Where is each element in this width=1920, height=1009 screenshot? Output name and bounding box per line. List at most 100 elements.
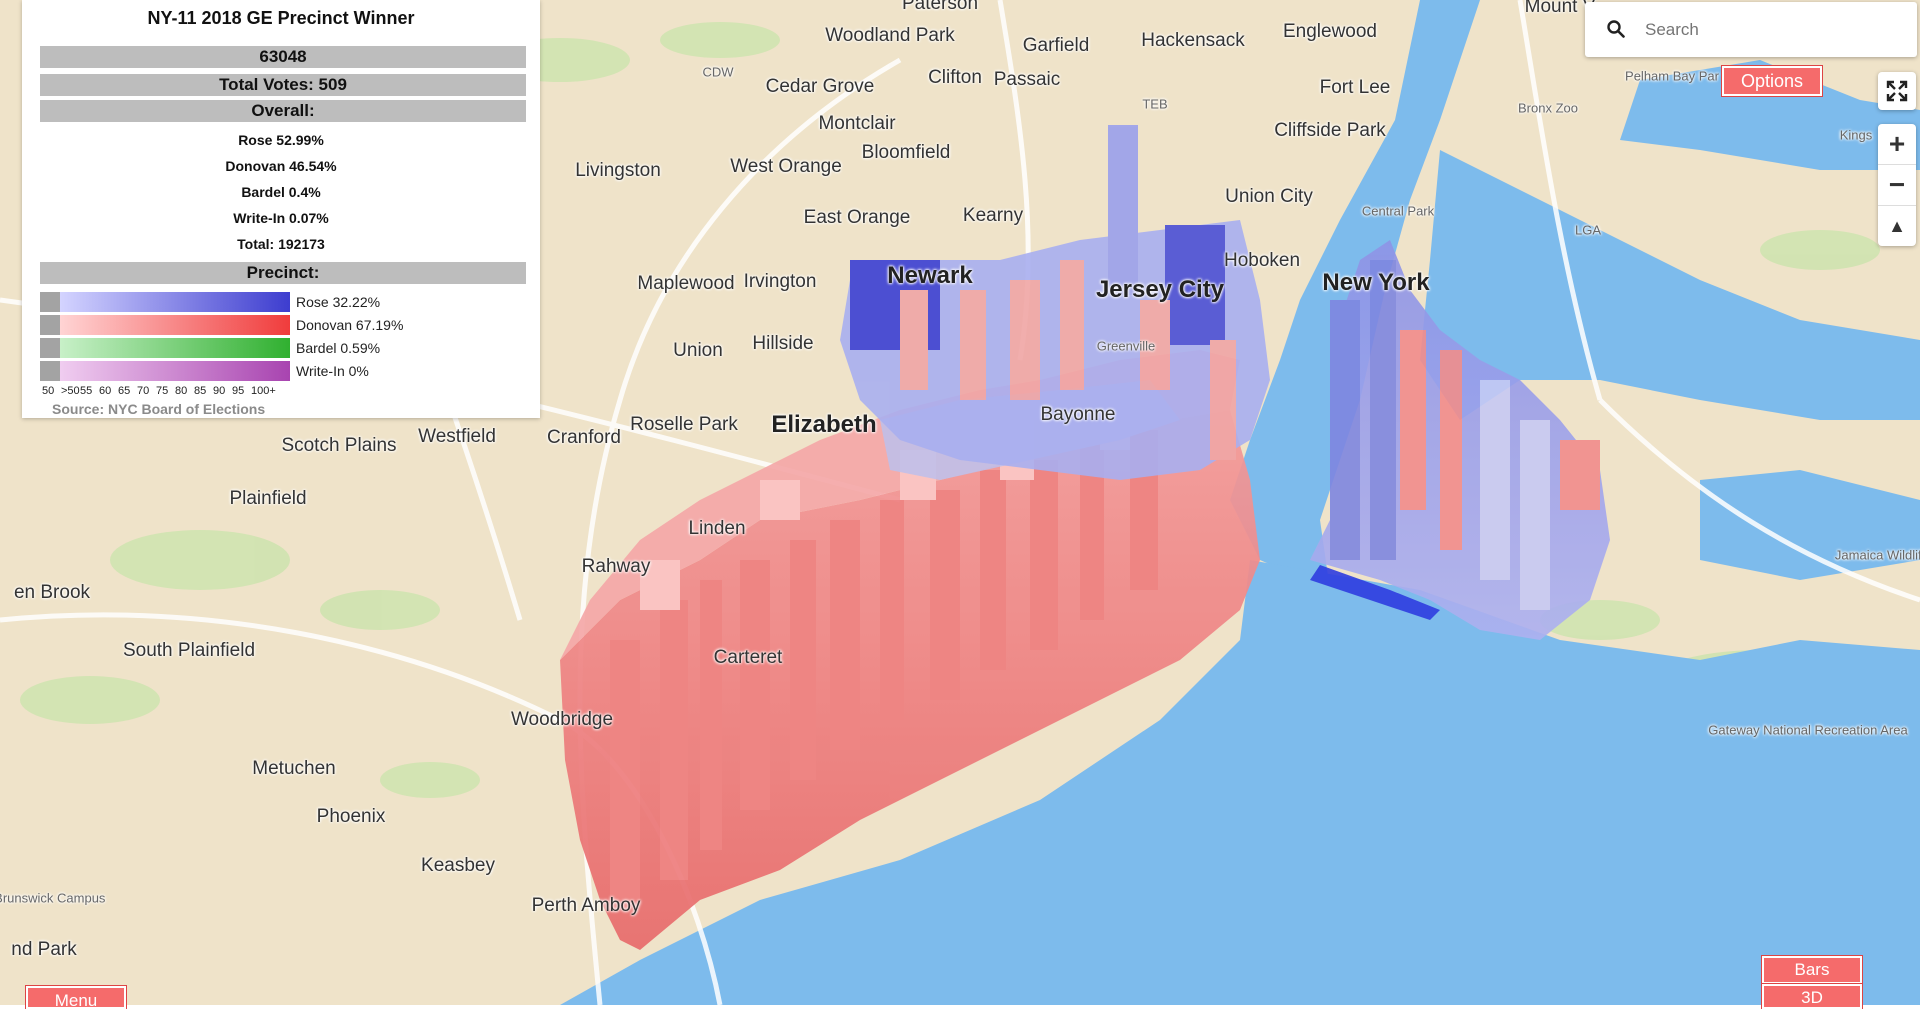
- place-label: East Orange: [803, 207, 911, 228]
- options-button[interactable]: Options: [1722, 66, 1822, 96]
- place-label: South Plainfield: [122, 640, 256, 661]
- legend-swatch: [40, 361, 60, 381]
- search-box[interactable]: [1585, 2, 1917, 57]
- legend-swatch: [40, 315, 60, 335]
- place-label: West Orange: [730, 156, 842, 177]
- place-label: Union: [673, 340, 723, 361]
- fullscreen-icon: [1878, 72, 1916, 110]
- 3d-button[interactable]: 3D: [1762, 984, 1862, 1009]
- overall-header: Overall:: [40, 100, 526, 122]
- place-label: Greenville: [1096, 338, 1156, 354]
- scale-tick: 85: [194, 385, 207, 397]
- place-label: Woodland Park: [825, 25, 955, 46]
- place-label: Hoboken: [1223, 250, 1301, 271]
- search-input[interactable]: [1643, 16, 1907, 44]
- zoom-in-button[interactable]: +: [1878, 124, 1916, 164]
- panel-title: NY-11 2018 GE Precinct Winner: [147, 8, 415, 28]
- legend-label-donovan: Donovan 67.19%: [296, 317, 404, 333]
- legend-label-write-in: Write-In 0%: [296, 363, 369, 379]
- overall-donovan: Donovan 46.54%: [225, 158, 337, 174]
- place-label: Montclair: [818, 113, 896, 134]
- legend-row-write-in: Write-In 0%: [40, 361, 369, 381]
- search-icon: [1607, 20, 1625, 43]
- bars-button[interactable]: Bars: [1762, 956, 1862, 984]
- scale-tick: 80: [175, 385, 188, 397]
- place-label: Rahway: [581, 556, 651, 577]
- place-label: CDW: [702, 64, 734, 80]
- place-label: Garfield: [1022, 35, 1090, 56]
- place-label: Woodbridge: [510, 709, 614, 730]
- legend-swatch: [40, 338, 60, 358]
- place-label: Westfield: [418, 426, 496, 447]
- source-note: Source: NYC Board of Elections: [52, 401, 266, 417]
- legend-row-bardel: Bardel 0.59%: [40, 338, 380, 358]
- place-label: Kings: [1839, 127, 1873, 143]
- place-label: Keasbey: [421, 855, 495, 876]
- place-label: Bayonne: [1040, 404, 1116, 425]
- place-label: Carteret: [713, 647, 783, 668]
- legend-gradient-rose: [60, 292, 290, 312]
- scale-tick: 65: [118, 385, 131, 397]
- place-label: Newark: [887, 262, 973, 289]
- place-label: TEB: [1142, 96, 1168, 112]
- zoom-out-button[interactable]: −: [1878, 164, 1916, 205]
- legend-gradient-write-in: [60, 361, 290, 381]
- scale-tick: >50: [61, 385, 80, 397]
- place-label: Clifton: [928, 67, 982, 88]
- zoom-controls: + − ▲: [1878, 124, 1916, 246]
- place-label: Cedar Grove: [765, 76, 875, 97]
- place-label: Irvington: [743, 271, 817, 292]
- place-label: Kearny: [962, 205, 1024, 226]
- place-label: en Brook: [13, 582, 91, 603]
- place-label: Fort Lee: [1319, 77, 1391, 98]
- place-label: Scotch Plains: [281, 435, 397, 456]
- precinct-id: 63048: [40, 46, 526, 68]
- scale-tick: 70: [137, 385, 150, 397]
- legend-gradient-bardel: [60, 338, 290, 358]
- menu-button[interactable]: Menu: [26, 986, 126, 1009]
- place-label: Linden: [688, 518, 746, 539]
- overall-bardel: Bardel 0.4%: [241, 184, 321, 200]
- scale-tick: 50: [42, 385, 55, 397]
- place-label: Paterson: [901, 0, 979, 14]
- place-label: Cliffside Park: [1274, 120, 1386, 141]
- place-label: nd Park: [11, 939, 77, 960]
- legend-label-rose: Rose 32.22%: [296, 294, 381, 310]
- place-label: Bronx Zoo: [1518, 100, 1578, 116]
- place-label: Metuchen: [252, 758, 336, 779]
- place-label: Gateway National Recreation Area: [1708, 722, 1908, 738]
- place-label: Passaic: [993, 69, 1061, 90]
- legend-swatch: [40, 292, 60, 312]
- place-label: Elizabeth: [771, 411, 877, 438]
- legend-scale-ticks: 50 >5055 60 65 70 75 80 85 90 95 100+: [42, 385, 276, 397]
- place-label: Central Park: [1361, 203, 1435, 219]
- place-label: Livingston: [575, 160, 661, 181]
- overall-total: Total: 192173: [237, 236, 325, 252]
- place-label: Maplewood: [637, 273, 735, 294]
- compass-reset-button[interactable]: ▲: [1878, 205, 1916, 246]
- place-label: Englewood: [1282, 21, 1378, 42]
- place-label: New Brunswick Campus: [0, 890, 106, 906]
- legend-gradient-donovan: [60, 315, 290, 335]
- place-label: Phoenix: [316, 806, 386, 827]
- place-label: New York: [1322, 269, 1430, 296]
- total-votes: Total Votes: 509: [40, 74, 526, 96]
- legend-row-donovan: Donovan 67.19%: [40, 315, 403, 335]
- scale-tick: 75: [156, 385, 169, 397]
- place-label: LGA: [1574, 222, 1602, 238]
- place-label: Cranford: [547, 427, 621, 448]
- overall-write-in: Write-In 0.07%: [233, 210, 329, 226]
- place-label: Jamaica Wildlife Re: [1834, 547, 1920, 563]
- place-label: Union City: [1225, 186, 1313, 207]
- place-label: Pelham Bay Par: [1625, 68, 1719, 84]
- scale-tick: 100+: [251, 385, 276, 397]
- precinct-header: Precinct:: [40, 262, 526, 284]
- legend-label-bardel: Bardel 0.59%: [296, 340, 381, 356]
- scale-tick: 90: [213, 385, 226, 397]
- scale-tick: 95: [232, 385, 245, 397]
- results-panel: NY-11 2018 GE Precinct Winner 63048 Tota…: [22, 0, 540, 418]
- fullscreen-button[interactable]: [1878, 72, 1916, 110]
- place-label: Roselle Park: [630, 414, 738, 435]
- legend-row-rose: Rose 32.22%: [40, 292, 380, 312]
- overall-rose: Rose 52.99%: [238, 132, 324, 148]
